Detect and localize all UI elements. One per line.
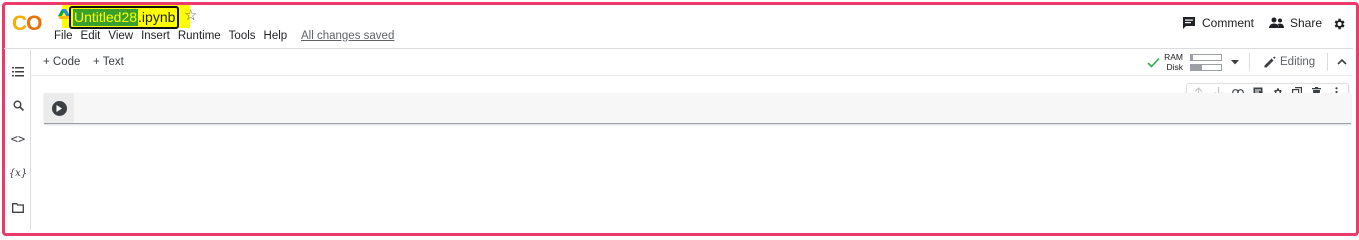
files-icon[interactable] xyxy=(10,200,26,216)
disk-meter[interactable] xyxy=(1190,64,1222,71)
toc-icon[interactable] xyxy=(10,64,26,80)
code-cell[interactable] xyxy=(44,93,1351,124)
share-label: Share xyxy=(1290,16,1323,30)
star-icon[interactable]: ☆ xyxy=(184,6,197,24)
comment-icon xyxy=(1183,17,1195,29)
add-text-button[interactable]: + Text xyxy=(93,56,124,68)
editing-label: Editing xyxy=(1280,56,1316,68)
disk-meter-fill xyxy=(1191,65,1202,70)
resources-dropdown-icon[interactable] xyxy=(1231,60,1239,65)
people-icon xyxy=(1269,17,1284,28)
menu-help[interactable]: Help xyxy=(264,29,288,43)
code-snippets-icon[interactable]: <> xyxy=(10,131,26,147)
settings-gear-icon[interactable] xyxy=(1332,17,1346,31)
pencil-icon xyxy=(1264,56,1276,68)
menu-edit[interactable]: Edit xyxy=(81,29,101,43)
run-cell-button[interactable] xyxy=(51,100,67,116)
menu-view[interactable]: View xyxy=(108,29,133,43)
cell-gutter xyxy=(44,93,74,123)
toolbar-separator xyxy=(1249,53,1250,71)
header-divider xyxy=(4,48,1353,49)
editing-mode-button[interactable]: Editing xyxy=(1264,56,1315,68)
search-icon[interactable] xyxy=(10,97,26,113)
menu-bar: File Edit View Insert Runtime Tools Help xyxy=(54,29,295,43)
notebook-name: Untitled28 xyxy=(73,9,139,26)
save-status[interactable]: All changes saved xyxy=(301,29,394,43)
ram-meter[interactable] xyxy=(1190,54,1222,61)
resource-labels[interactable]: RAM Disk xyxy=(1163,52,1183,72)
play-icon xyxy=(56,104,62,112)
menu-tools[interactable]: Tools xyxy=(229,29,256,43)
comment-label: Comment xyxy=(1202,16,1255,30)
variables-icon[interactable]: {x} xyxy=(9,165,27,181)
disk-label: Disk xyxy=(1166,62,1183,72)
ram-meter-fill xyxy=(1191,55,1193,60)
left-sidebar: <> {x} xyxy=(4,50,31,230)
connected-check-icon xyxy=(1147,57,1160,68)
add-text-label: + Text xyxy=(93,56,124,68)
toolbar-divider xyxy=(30,75,1353,76)
colab-logo[interactable]: CO xyxy=(12,12,43,36)
menu-runtime[interactable]: Runtime xyxy=(178,29,221,43)
notebook-title[interactable]: Untitled28 .ipynb xyxy=(69,6,180,29)
toolbar-separator-2 xyxy=(1327,53,1328,71)
ram-label: RAM xyxy=(1164,52,1183,62)
menu-insert[interactable]: Insert xyxy=(141,29,170,43)
collapse-header-chevron-up-icon[interactable] xyxy=(1337,58,1347,65)
add-code-label: + Code xyxy=(43,56,81,68)
share-button[interactable]: Share xyxy=(1269,16,1322,30)
notebook-extension: .ipynb xyxy=(138,9,176,25)
menu-file[interactable]: File xyxy=(54,29,73,43)
add-code-button[interactable]: + Code xyxy=(43,56,80,68)
comment-button[interactable]: Comment xyxy=(1182,16,1254,30)
logo-text: CO xyxy=(12,12,43,35)
